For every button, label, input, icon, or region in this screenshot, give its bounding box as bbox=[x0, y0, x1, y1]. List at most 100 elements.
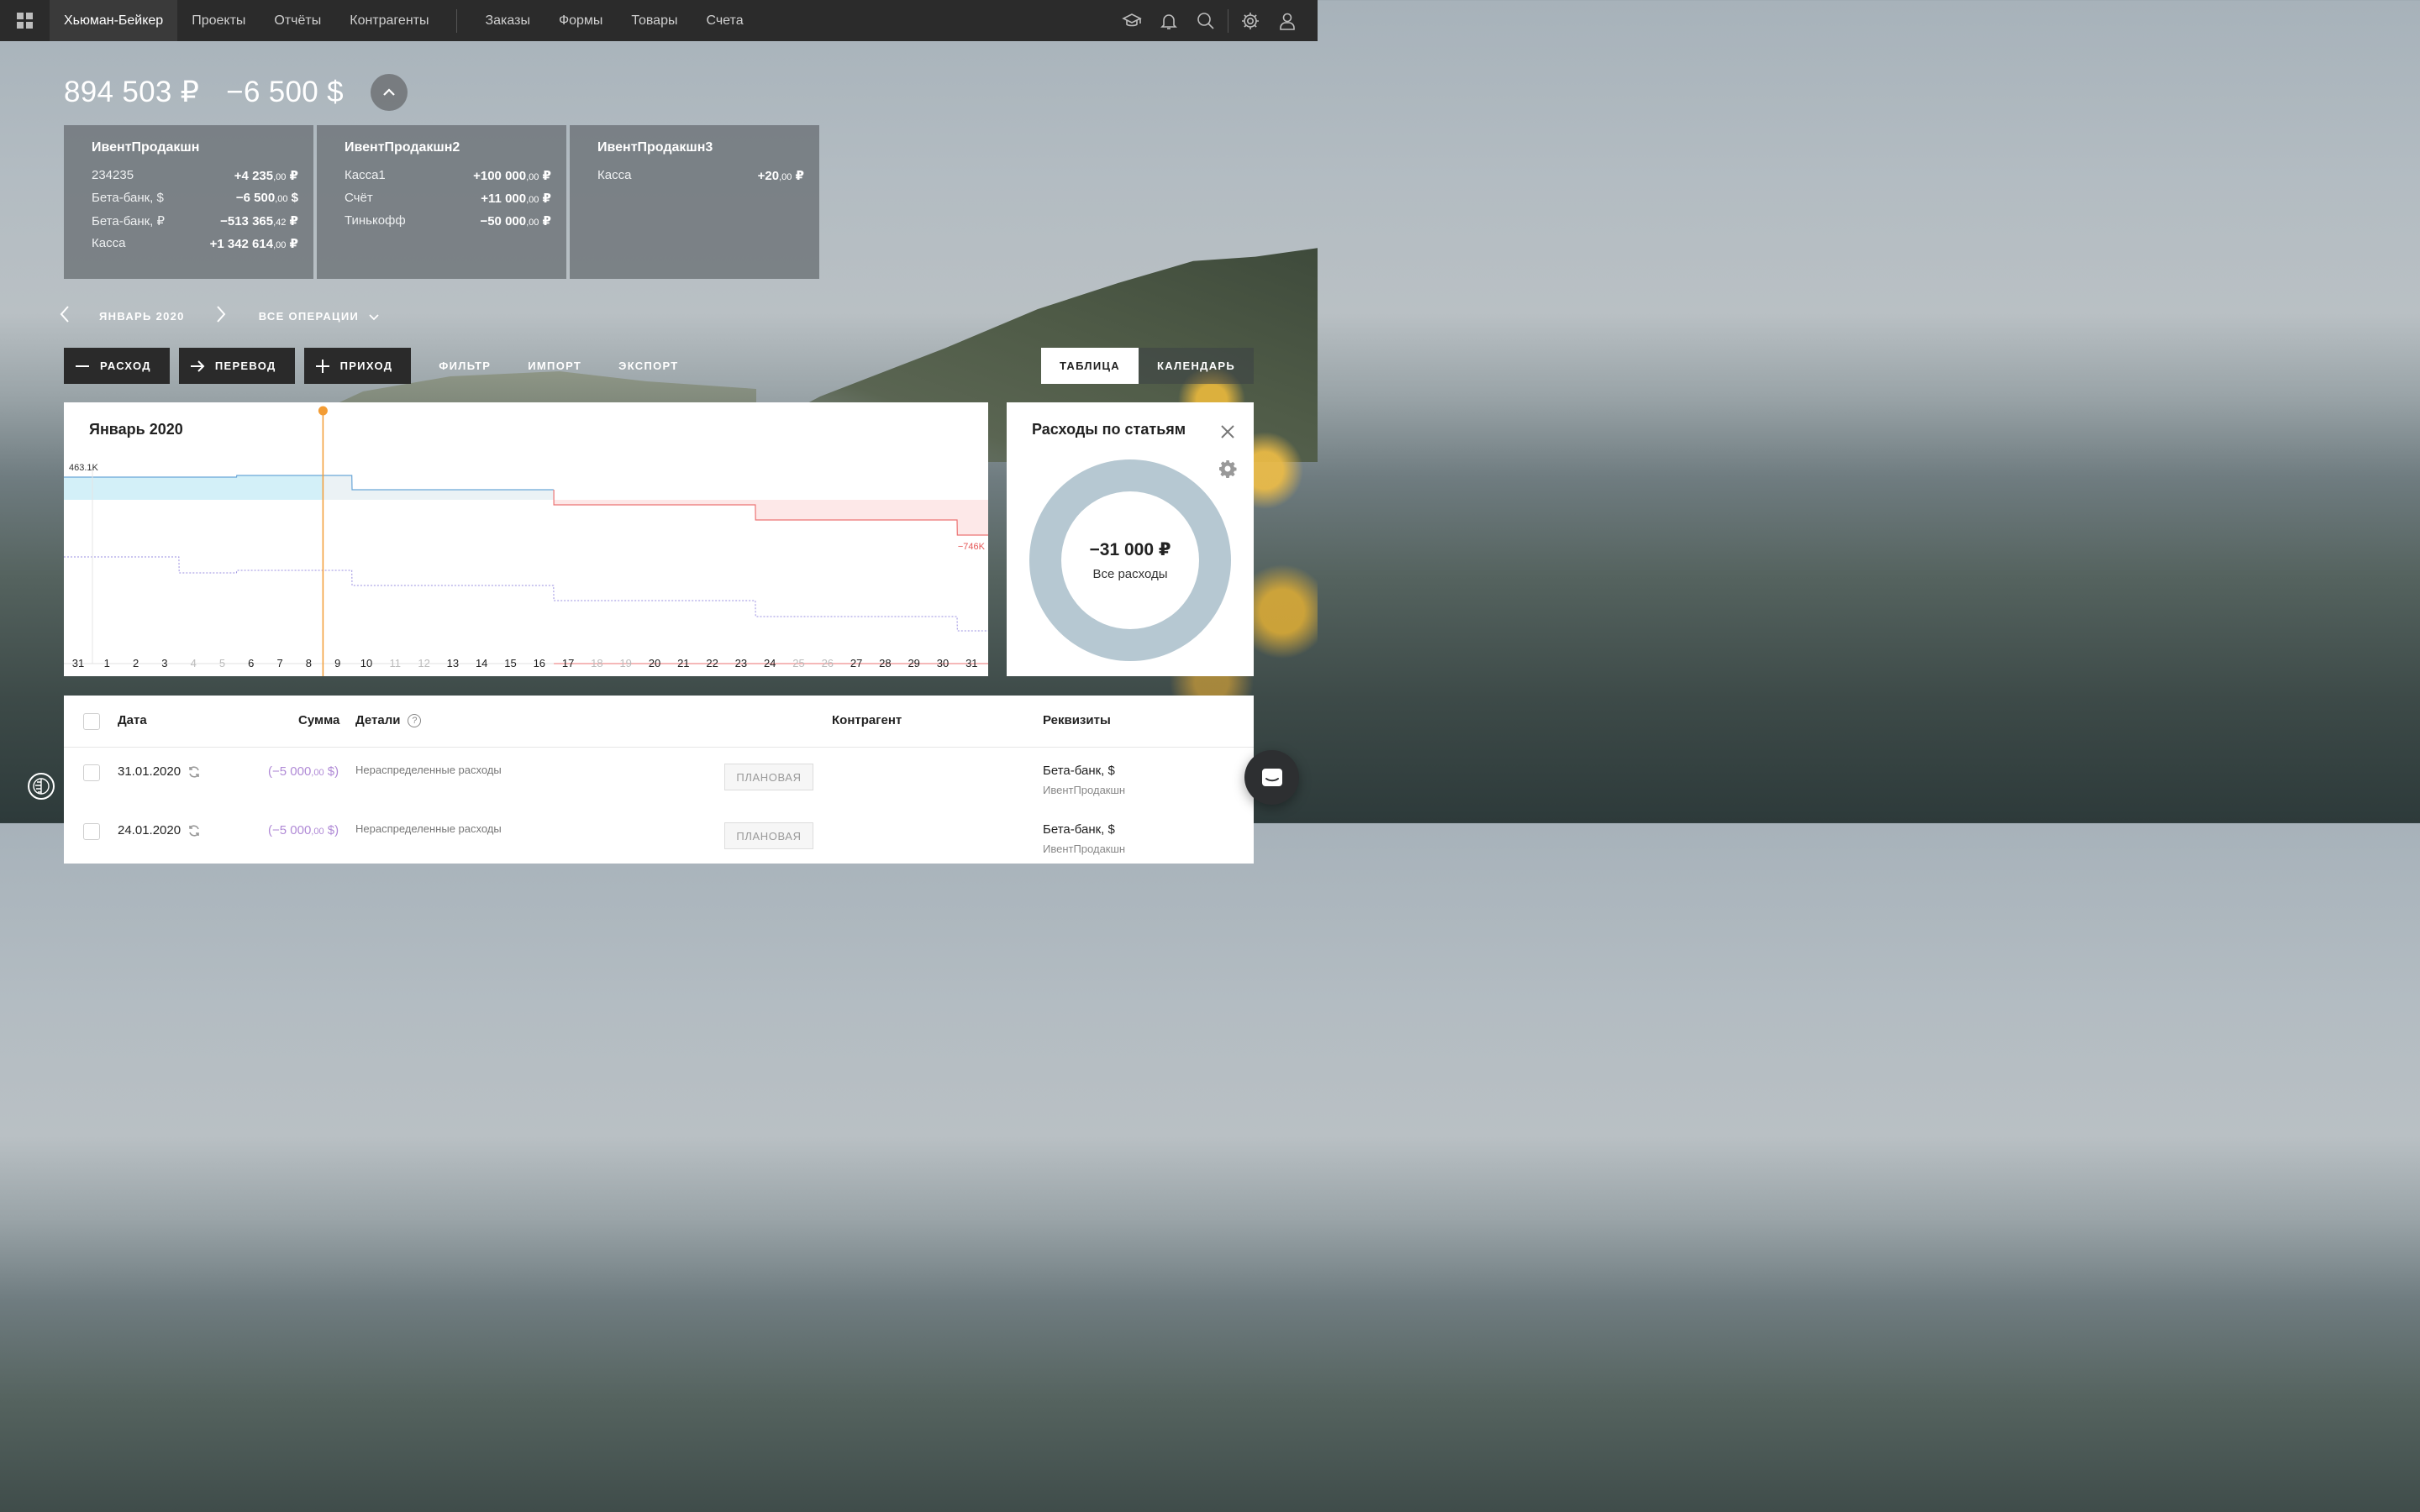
account-label: 234235 bbox=[92, 168, 134, 182]
row-organization: ИвентПродакшн bbox=[1043, 784, 1126, 796]
chart-day-label: 31 bbox=[72, 657, 84, 669]
search-icon[interactable] bbox=[1187, 0, 1224, 41]
row-organization: ИвентПродакшн bbox=[1043, 843, 1126, 855]
donut-settings-button[interactable] bbox=[1218, 459, 1238, 479]
balance-main: +100 000 bbox=[473, 168, 527, 183]
nav-counterparties[interactable]: Контрагенты bbox=[335, 0, 443, 41]
account-balance: −50 000,00 ₽ bbox=[480, 213, 551, 228]
row-details: Нераспределенные расходы bbox=[355, 764, 502, 776]
chart-day-label: 28 bbox=[879, 657, 891, 669]
balance-main: +1 342 614 bbox=[209, 236, 274, 251]
donut-title: Расходы по статьям bbox=[1032, 421, 1186, 438]
chart-day-label: 13 bbox=[447, 657, 459, 669]
apps-menu-button[interactable] bbox=[0, 0, 50, 41]
account-card[interactable]: ИвентПродакшн3 Касса +20,00 ₽ bbox=[570, 125, 819, 279]
prev-month-button[interactable] bbox=[57, 304, 72, 328]
account-label: Бета-банк, $ bbox=[92, 191, 164, 205]
export-button[interactable]: ЭКСПОРТ bbox=[618, 360, 678, 372]
chat-support-button[interactable] bbox=[1244, 750, 1299, 805]
table-row[interactable]: 24.01.2020 (−5 000,00 $) Нераспределенные … bbox=[64, 806, 1254, 865]
collapse-accounts-button[interactable] bbox=[370, 74, 408, 111]
account-row[interactable]: Касса +1 342 614,00 ₽ bbox=[92, 232, 298, 255]
table-view-button[interactable]: ТАБЛИЦА bbox=[1040, 348, 1139, 384]
col-counterparty: Контрагент bbox=[832, 713, 902, 727]
chart-forecast-area bbox=[323, 475, 555, 500]
chart-day-label: 15 bbox=[504, 657, 516, 669]
calendar-view-button[interactable]: КАЛЕНДАРЬ bbox=[1138, 348, 1254, 384]
col-details-label: Детали bbox=[355, 713, 401, 727]
planned-badge[interactable]: ПЛАНОВАЯ bbox=[724, 822, 813, 849]
chevron-up-icon bbox=[383, 88, 395, 96]
chart-title: Январь 2020 bbox=[89, 421, 183, 438]
chart-today-marker bbox=[318, 406, 328, 416]
row-sum-main: (−5 000 bbox=[268, 764, 312, 779]
nav-projects[interactable]: Проекты bbox=[177, 0, 260, 41]
account-card[interactable]: ИвентПродакшн 234235 +4 235,00 ₽ Бета-банк,… bbox=[64, 125, 313, 279]
row-date-text: 31.01.2020 bbox=[118, 764, 182, 779]
row-sum-cents: ,00 bbox=[311, 768, 324, 778]
brand-logo-icon[interactable] bbox=[28, 773, 55, 800]
col-date[interactable]: Дата bbox=[118, 713, 147, 727]
table-row[interactable]: 31.01.2020 (−5 000,00 $) Нераспределенные … bbox=[64, 748, 1254, 806]
chart-day-label: 21 bbox=[677, 657, 689, 669]
close-panel-button[interactable] bbox=[1220, 424, 1235, 439]
apps-grid-icon bbox=[17, 13, 33, 29]
expenses-donut-chart[interactable]: −31 000 ₽ Все расходы bbox=[1029, 459, 1231, 661]
education-icon[interactable] bbox=[1113, 0, 1150, 41]
import-button[interactable]: ИМПОРТ bbox=[528, 360, 581, 372]
chart-day-label: 31 bbox=[965, 657, 977, 669]
col-sum[interactable]: Сумма bbox=[298, 713, 339, 727]
operations-filter-dropdown[interactable]: ВСЕ ОПЕРАЦИИ bbox=[259, 310, 381, 323]
period-selector: ЯНВАРЬ 2020 ВСЕ ОПЕРАЦИИ bbox=[57, 304, 381, 328]
cashflow-chart[interactable]: 463.1K−746K31 1 2 3 4 5 6 7 8 9 10 11 12 13 14 15 16 17 18… bbox=[64, 402, 988, 676]
balance-cents: ,00 bbox=[526, 217, 539, 228]
expenses-by-category-panel: Расходы по статьям −31 000 ₽ Все расходы bbox=[1007, 402, 1254, 676]
account-label: Тинькофф bbox=[345, 213, 406, 228]
balance-currency: ₽ bbox=[539, 191, 551, 206]
account-card[interactable]: ИвентПродакшн2 Касса1 +100 000,00 ₽ Счёт +11… bbox=[317, 125, 566, 279]
account-row[interactable]: Тинькофф −50 000,00 ₽ bbox=[345, 209, 551, 232]
help-icon[interactable]: ? bbox=[408, 713, 422, 727]
nav-orders[interactable]: Заказы bbox=[471, 0, 544, 41]
col-requisites: Реквизиты bbox=[1043, 713, 1111, 727]
nav-invoices[interactable]: Счета bbox=[692, 0, 757, 41]
chart-day-label: 8 bbox=[306, 657, 312, 669]
next-month-button[interactable] bbox=[213, 304, 229, 328]
account-label: Касса bbox=[597, 168, 632, 182]
row-account: Бета-банк, $ bbox=[1043, 822, 1115, 837]
account-row[interactable]: 234235 +4 235,00 ₽ bbox=[92, 164, 298, 186]
nav-company[interactable]: Хьюман-Бейкер bbox=[50, 0, 178, 41]
filter-button[interactable]: ФИЛЬТР bbox=[439, 360, 491, 372]
account-row[interactable]: Бета-банк, $ −6 500,00 $ bbox=[92, 186, 298, 209]
chart-day-label: 5 bbox=[219, 657, 225, 669]
income-button[interactable]: ПРИХОД bbox=[303, 348, 412, 384]
bell-icon[interactable] bbox=[1150, 0, 1187, 41]
account-balance: +11 000,00 ₽ bbox=[481, 191, 551, 206]
account-row[interactable]: Касса +20,00 ₽ bbox=[597, 164, 804, 186]
account-row[interactable]: Бета-банк, ₽ −513 365,42 ₽ bbox=[92, 209, 298, 232]
account-row[interactable]: Касса1 +100 000,00 ₽ bbox=[345, 164, 551, 186]
gear-icon[interactable] bbox=[1232, 0, 1269, 41]
balance-main: −513 365 bbox=[220, 213, 274, 228]
row-sum: (−5 000,00 $) bbox=[268, 823, 339, 837]
chart-day-label: 14 bbox=[476, 657, 487, 669]
nav-forms[interactable]: Формы bbox=[544, 0, 617, 41]
select-all-checkbox[interactable] bbox=[83, 713, 100, 730]
period-label: ЯНВАРЬ 2020 bbox=[99, 310, 185, 323]
balance-currency: ₽ bbox=[539, 213, 551, 228]
account-row[interactable]: Счёт +11 000,00 ₽ bbox=[345, 186, 551, 209]
row-checkbox[interactable] bbox=[83, 823, 100, 840]
nav-goods[interactable]: Товары bbox=[617, 0, 692, 41]
account-balance: +100 000,00 ₽ bbox=[473, 168, 551, 183]
nav-reports[interactable]: Отчёты bbox=[260, 0, 335, 41]
account-balance: +20,00 ₽ bbox=[758, 168, 804, 183]
chart-day-label: 29 bbox=[908, 657, 919, 669]
chart-day-label: 19 bbox=[619, 657, 631, 669]
expense-button[interactable]: РАСХОД bbox=[64, 348, 170, 384]
row-checkbox[interactable] bbox=[83, 764, 100, 781]
balance-currency: ₽ bbox=[792, 168, 804, 183]
planned-badge[interactable]: ПЛАНОВАЯ bbox=[724, 764, 813, 790]
chart-day-label: 24 bbox=[764, 657, 776, 669]
transfer-button[interactable]: ПЕРЕВОД bbox=[178, 348, 295, 384]
user-icon[interactable] bbox=[1269, 0, 1306, 41]
